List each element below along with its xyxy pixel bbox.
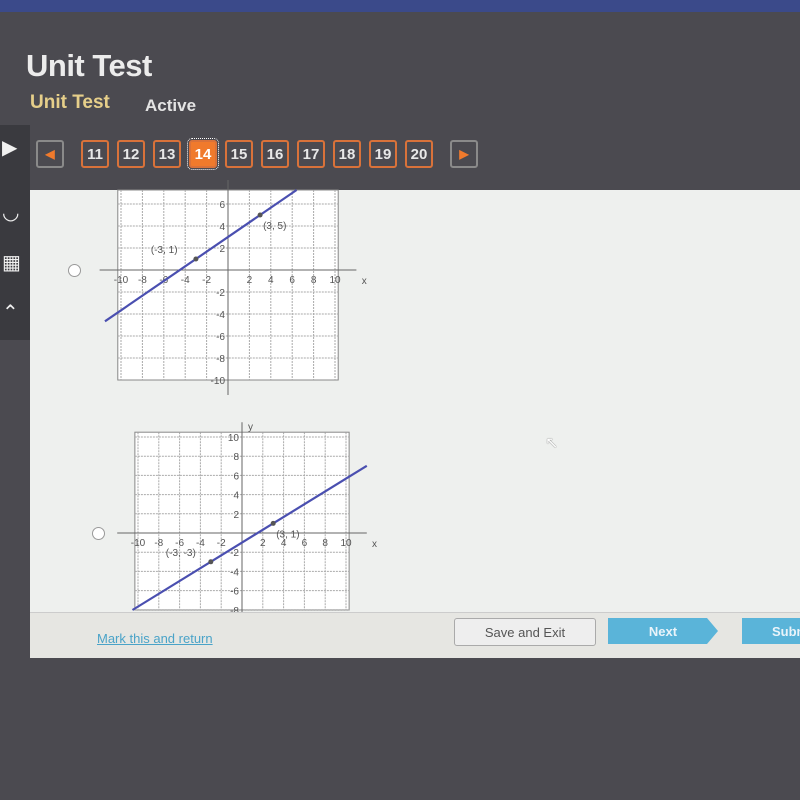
page-button-18[interactable]: 18 [333, 140, 361, 168]
save-and-exit-button[interactable]: Save and Exit [454, 618, 596, 646]
mouse-cursor-icon: ↖ [545, 435, 559, 452]
page-button-14[interactable]: 14 [187, 138, 219, 170]
page-button-11[interactable]: 11 [81, 140, 109, 168]
option-radio-1[interactable] [68, 264, 81, 277]
calculator-icon[interactable]: ▦ [2, 250, 21, 275]
page-button-12[interactable]: 12 [117, 140, 145, 168]
question-panel [30, 190, 800, 650]
page-button-19[interactable]: 19 [369, 140, 397, 168]
page-button-17[interactable]: 17 [297, 140, 325, 168]
page-button-16[interactable]: 16 [261, 140, 289, 168]
headphones-icon[interactable]: ◡ [2, 200, 19, 225]
page-title: Unit Test [26, 48, 152, 83]
page-button-15[interactable]: 15 [225, 140, 253, 168]
next-button[interactable]: Next [608, 618, 718, 644]
option-radio-2[interactable] [92, 527, 105, 540]
next-page-button[interactable]: ▶ [450, 140, 478, 168]
formula-icon[interactable]: ⌃ [2, 300, 19, 325]
prev-page-button[interactable]: ◀ [36, 140, 64, 168]
top-bar [0, 0, 800, 12]
submit-button[interactable]: Submit [742, 618, 800, 644]
page-button-13[interactable]: 13 [153, 140, 181, 168]
question-pagination: ◀ 11 12 13 14 15 16 17 18 19 20 ▶ [36, 138, 486, 170]
footer-bar: Mark this and return Save and Exit Next … [30, 612, 800, 658]
mark-and-return-link[interactable]: Mark this and return [97, 631, 213, 646]
status-label: Active [145, 96, 197, 115]
tool-sidebar: ▶ ◡ ▦ ⌃ [0, 125, 30, 340]
page-button-20[interactable]: 20 [405, 140, 433, 168]
test-name: Unit Test [30, 92, 110, 113]
pointer-icon[interactable]: ▶ [2, 135, 17, 160]
